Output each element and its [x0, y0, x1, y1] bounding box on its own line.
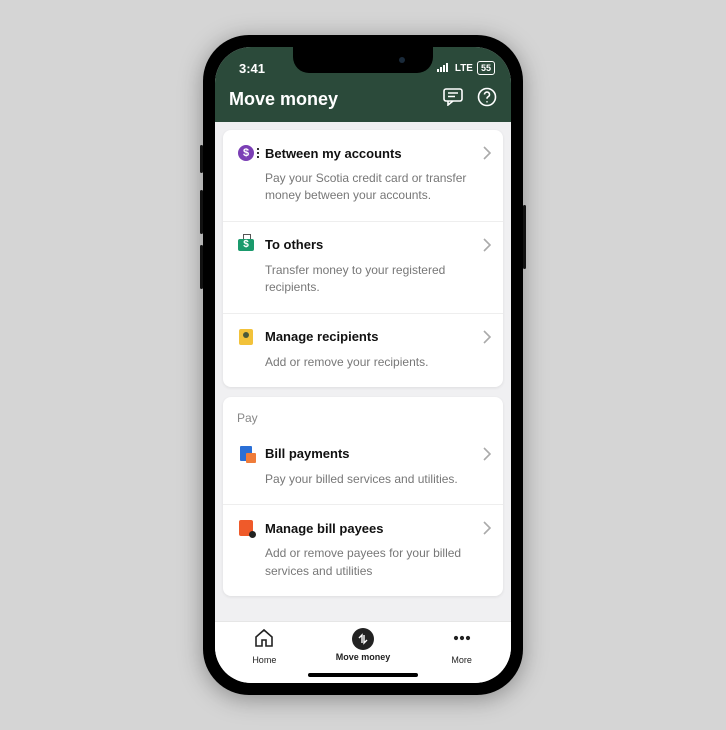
row-between-accounts[interactable]: $ Between my accounts Pay your Scotia cr…: [223, 130, 503, 222]
tab-label: Move money: [336, 652, 391, 662]
tab-label: Home: [252, 655, 276, 665]
chevron-right-icon: [483, 447, 491, 466]
manage-payees-icon: [237, 519, 255, 537]
content-area: $ Between my accounts Pay your Scotia cr…: [215, 122, 511, 621]
row-manage-payees[interactable]: Manage bill payees Add or remove payees …: [223, 505, 503, 596]
pay-card: Pay Bill payments Pay your billed servic…: [223, 397, 503, 596]
bill-payments-icon: [237, 445, 255, 463]
row-desc: Add or remove your recipients.: [265, 354, 489, 371]
row-title: Manage recipients: [265, 329, 378, 344]
signal-icon: [437, 62, 451, 75]
row-desc: Pay your billed services and utilities.: [265, 471, 489, 488]
row-title: Manage bill payees: [265, 521, 384, 536]
row-bill-payments[interactable]: Bill payments Pay your billed services a…: [223, 431, 503, 505]
chevron-right-icon: [483, 238, 491, 257]
side-button: [200, 245, 203, 289]
to-others-icon: $: [237, 236, 255, 254]
move-money-icon: [352, 628, 374, 650]
tab-home[interactable]: Home: [224, 628, 304, 665]
row-title: Bill payments: [265, 446, 350, 461]
row-to-others[interactable]: $ To others Transfer money to your regis…: [223, 222, 503, 314]
manage-recipients-icon: [237, 328, 255, 346]
side-button: [523, 205, 526, 269]
help-icon[interactable]: [477, 87, 497, 112]
tab-more[interactable]: More: [422, 628, 502, 665]
status-time: 3:41: [229, 61, 265, 76]
row-manage-recipients[interactable]: Manage recipients Add or remove your rec…: [223, 314, 503, 387]
more-icon: [451, 628, 473, 653]
tab-label: More: [451, 655, 472, 665]
network-label: LTE: [455, 63, 473, 74]
device-notch: [293, 47, 433, 73]
row-title: Between my accounts: [265, 146, 402, 161]
section-label-pay: Pay: [223, 397, 503, 431]
row-title: To others: [265, 237, 323, 252]
home-icon: [253, 628, 275, 653]
chat-icon[interactable]: [443, 88, 463, 111]
transfer-card: $ Between my accounts Pay your Scotia cr…: [223, 130, 503, 387]
page-title: Move money: [229, 89, 338, 110]
row-desc: Transfer money to your registered recipi…: [265, 262, 489, 297]
side-button: [200, 190, 203, 234]
home-indicator[interactable]: [308, 673, 418, 677]
chevron-right-icon: [483, 521, 491, 540]
battery-indicator: 55: [477, 61, 495, 75]
between-accounts-icon: $: [237, 144, 255, 162]
chevron-right-icon: [483, 330, 491, 349]
phone-frame: 3:41 LTE 55 Move money: [203, 35, 523, 695]
side-button: [200, 145, 203, 173]
chevron-right-icon: [483, 146, 491, 165]
row-desc: Add or remove payees for your billed ser…: [265, 545, 489, 580]
row-desc: Pay your Scotia credit card or transfer …: [265, 170, 489, 205]
tab-move-money[interactable]: Move money: [323, 628, 403, 662]
